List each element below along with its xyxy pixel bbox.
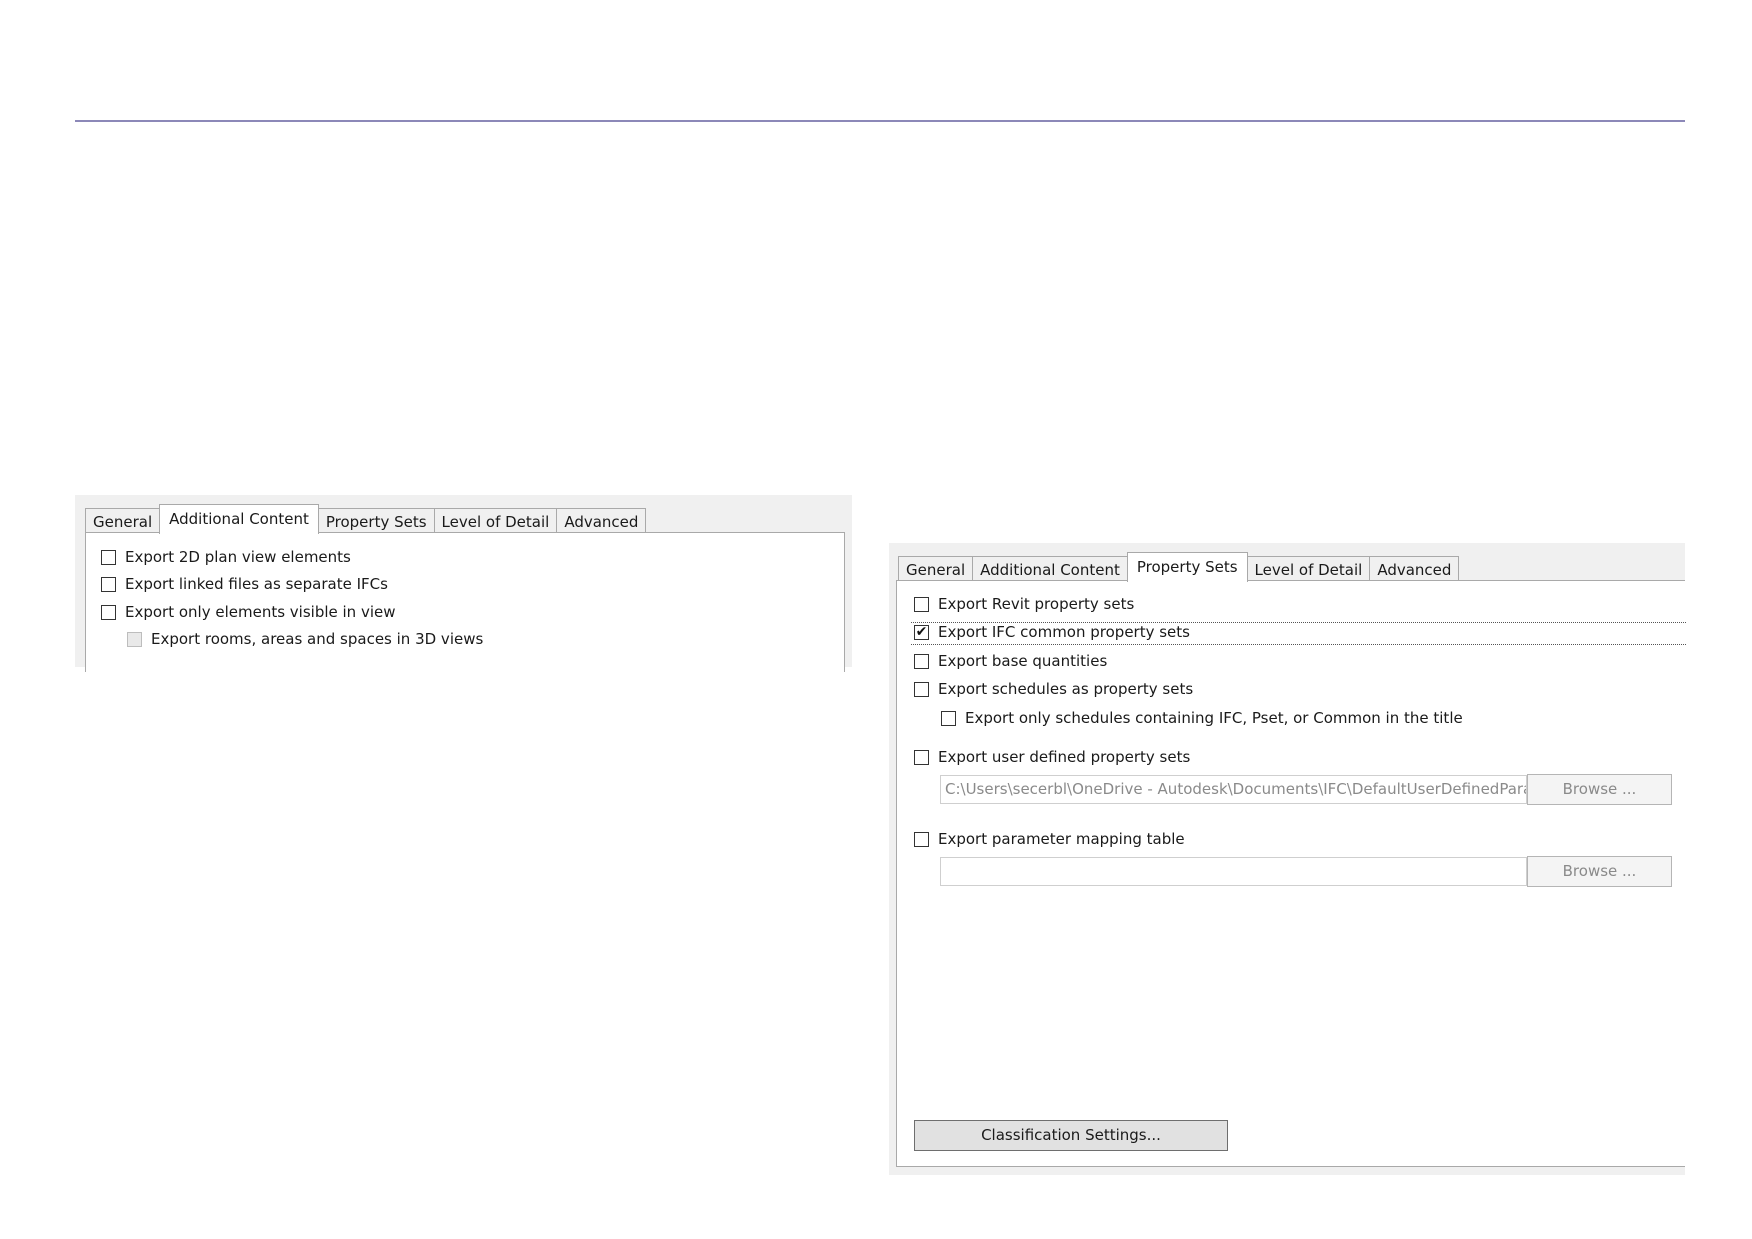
option-label: Export linked files as separate IFCs [125,575,388,593]
header-divider [75,120,1685,122]
option-export-parameter-mapping[interactable]: Export parameter mapping table [914,828,1185,850]
tab-property-sets[interactable]: Property Sets [1126,552,1248,582]
checkbox[interactable] [914,749,929,765]
option-export-revit-psets[interactable]: Export Revit property sets [914,593,1134,615]
tab-property-sets[interactable]: Property Sets [317,508,435,534]
option-export-linked-files[interactable]: Export linked files as separate IFCs [101,573,388,595]
checkbox[interactable] [101,549,116,565]
tab-additional-content[interactable]: Additional Content [159,504,319,534]
option-label: Export only schedules containing IFC, Ps… [965,709,1463,727]
checkbox[interactable] [101,604,116,620]
option-label: Export schedules as property sets [938,680,1194,698]
checkbox[interactable] [941,710,956,726]
option-export-user-defined-psets[interactable]: Export user defined property sets [914,746,1190,768]
option-label: Export Revit property sets [938,595,1135,613]
checkbox-disabled[interactable] [127,631,142,647]
option-export-base-quantities[interactable]: Export base quantities [914,650,1107,672]
tab-level-of-detail[interactable]: Level of Detail [1246,556,1371,582]
tab-advanced[interactable]: Advanced [1369,556,1460,582]
ifc-options-additional-content: General Additional Content Property Sets… [75,495,852,672]
checkbox[interactable] [914,653,929,669]
checkbox[interactable] [914,596,929,612]
option-export-schedules-filtered[interactable]: Export only schedules containing IFC, Ps… [941,707,1463,729]
option-label: Export IFC common property sets [938,623,1190,641]
user-defined-path-input[interactable]: C:\Users\secerbl\OneDrive - Autodesk\Doc… [940,775,1527,804]
option-export-2d-plan[interactable]: Export 2D plan view elements [101,546,351,568]
tab-additional-content[interactable]: Additional Content [972,556,1128,582]
option-label: Export base quantities [938,652,1108,670]
browse-parameter-mapping-button[interactable]: Browse ... [1527,856,1672,887]
tab-panel: Export 2D plan view elements Export link… [85,532,845,672]
checkbox[interactable] [101,576,116,592]
option-export-ifc-common-psets[interactable]: ✔ Export IFC common property sets [914,621,1190,643]
browse-user-defined-button[interactable]: Browse ... [1527,774,1672,805]
classification-settings-button[interactable]: Classification Settings... [914,1120,1228,1151]
tab-panel: Export Revit property sets ✔ Export IFC … [896,580,1686,1167]
option-label: Export only elements visible in view [125,603,396,621]
tab-level-of-detail[interactable]: Level of Detail [433,508,558,534]
tab-advanced[interactable]: Advanced [556,508,647,534]
tab-general[interactable]: General [898,556,974,582]
checkbox[interactable] [914,681,929,697]
option-export-schedules[interactable]: Export schedules as property sets [914,678,1193,700]
checkbox-checked[interactable]: ✔ [914,624,929,640]
ifc-options-property-sets: General Additional Content Property Sets… [889,543,1686,1175]
tab-strip: General Additional Content Property Sets… [898,552,1460,582]
parameter-mapping-path-input[interactable] [940,857,1527,886]
option-label: Export rooms, areas and spaces in 3D vie… [151,630,484,648]
option-export-rooms-3d[interactable]: Export rooms, areas and spaces in 3D vie… [127,628,483,650]
option-label: Export parameter mapping table [938,830,1185,848]
checkbox[interactable] [914,831,929,847]
option-export-visible-only[interactable]: Export only elements visible in view [101,601,396,623]
tab-general[interactable]: General [85,508,161,534]
tab-strip: General Additional Content Property Sets… [85,504,647,534]
option-label: Export user defined property sets [938,748,1191,766]
option-label: Export 2D plan view elements [125,548,351,566]
